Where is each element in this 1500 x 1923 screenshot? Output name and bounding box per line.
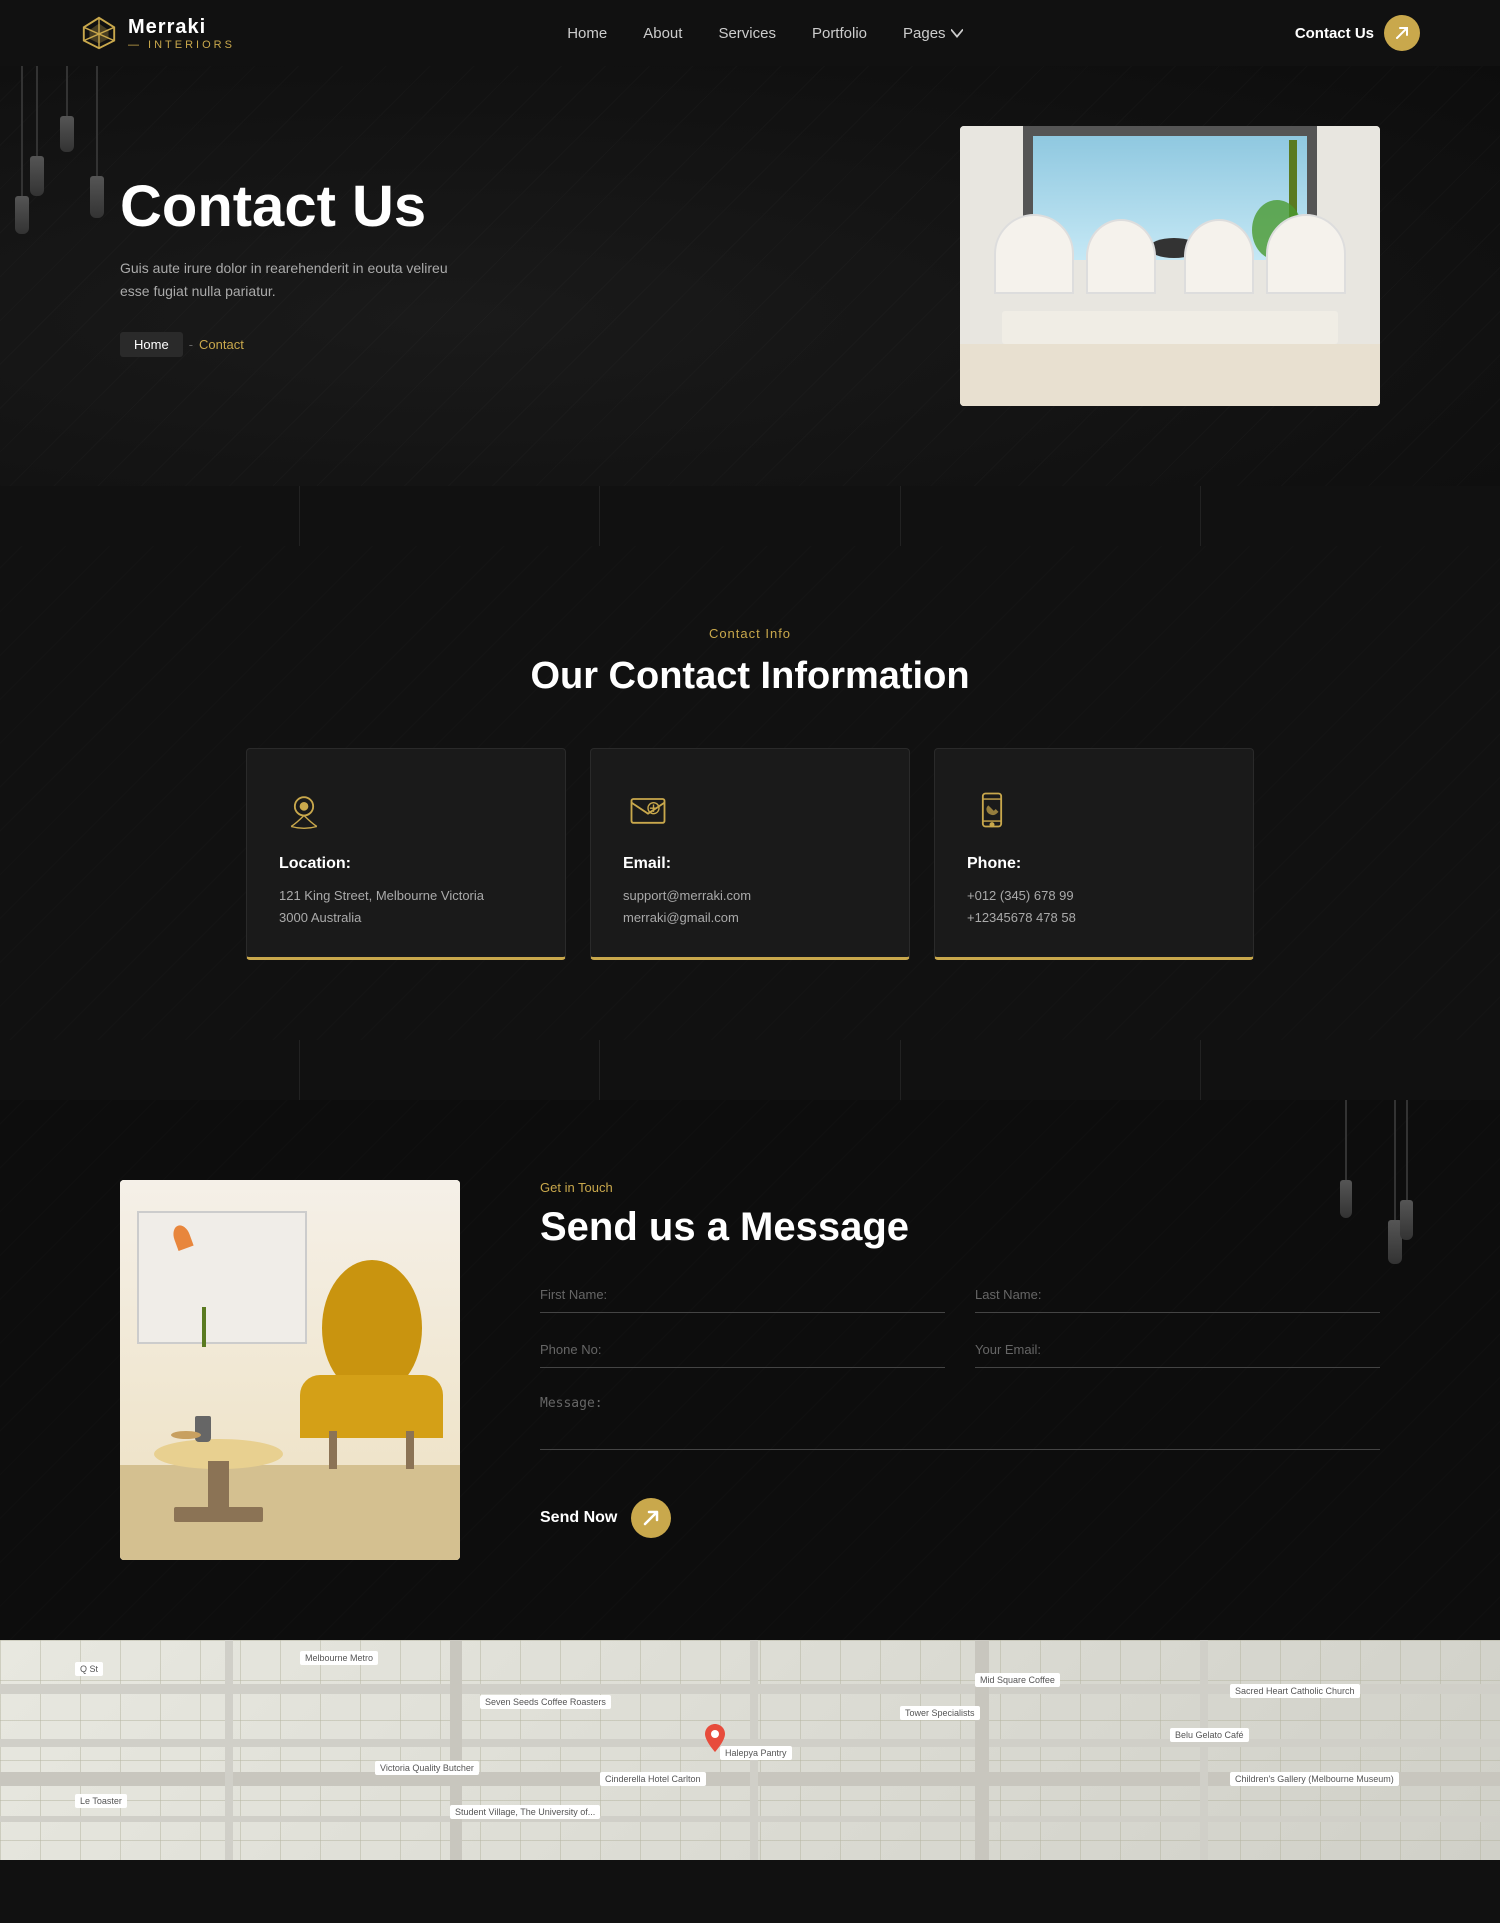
last-name-field [975, 1286, 1380, 1313]
nav-pages-label: Pages [903, 25, 946, 42]
breadcrumb-separator: - [189, 337, 193, 352]
map-label-10: Le Toaster [75, 1794, 127, 1808]
map-label-1: Q St [75, 1662, 103, 1676]
hero-content: Contact Us Guis aute irure dolor in rear… [120, 175, 600, 357]
map-label-5: Tower Specialists [900, 1706, 980, 1720]
map-label-13: Melbourne Metro [300, 1651, 378, 1665]
nav-services[interactable]: Services [718, 25, 776, 42]
map-label-2: Seven Seeds Coffee Roasters [480, 1695, 611, 1709]
chevron-down-icon [951, 27, 963, 39]
hero-title: Contact Us [120, 175, 600, 239]
form-section-label: Get in Touch [540, 1180, 1380, 1195]
breadcrumb-home[interactable]: Home [120, 332, 183, 357]
map-pin [705, 1724, 725, 1757]
form-title: Send us a Message [540, 1205, 1380, 1250]
contact-button-label: Contact Us [1295, 25, 1374, 42]
section-dividers [0, 486, 1500, 546]
contact-arrow-icon [1384, 15, 1420, 51]
nav-portfolio[interactable]: Portfolio [812, 25, 867, 42]
map-label-6: Mid Square Coffee [975, 1673, 1060, 1687]
arrow-up-right-icon [642, 1509, 660, 1527]
brand-name: Merraki [128, 16, 235, 39]
send-button-label: Send Now [540, 1509, 617, 1527]
nav-home[interactable]: Home [567, 25, 607, 42]
contact-info-section: Contact Info Our Contact Information Loc… [0, 546, 1500, 1040]
section-dividers-2 [0, 1040, 1500, 1100]
send-arrow-icon [631, 1498, 671, 1538]
location-icon [279, 785, 329, 835]
map-label-8: Belu Gelato Café [1170, 1728, 1249, 1742]
navbar: Merraki — Interiors Home About Services … [0, 0, 1500, 66]
location-card-text: 121 King Street, Melbourne Victoria3000 … [279, 885, 533, 929]
interior-scene [120, 1180, 460, 1560]
email-field [975, 1341, 1380, 1368]
last-name-input[interactable] [975, 1287, 1380, 1302]
phone-device-icon [970, 788, 1014, 832]
breadcrumb: Home - Contact [120, 332, 600, 357]
hero-description: Guis aute irure dolor in rearehenderit i… [120, 257, 480, 305]
map-pin-icon [282, 788, 326, 832]
email-icon [623, 785, 673, 835]
info-cards: Location: 121 King Street, Melbourne Vic… [120, 748, 1380, 960]
email-card-text: support@merraki.commerraki@gmail.com [623, 885, 877, 929]
logo-icon [80, 14, 118, 52]
phone-card: Phone: +012 (345) 678 99+12345678 478 58 [934, 748, 1254, 960]
contact-info-title: Our Contact Information [120, 655, 1380, 698]
brand-sub: — Interiors [128, 39, 235, 51]
contact-info-label: Contact Info [120, 626, 1380, 641]
form-fields-grid [540, 1286, 1380, 1478]
email-card: Email: support@merraki.commerraki@gmail.… [590, 748, 910, 960]
map-section: Q St Seven Seeds Coffee Roasters Halepya… [0, 1640, 1500, 1860]
map-label-3: Halepya Pantry [720, 1746, 792, 1760]
first-name-field [540, 1286, 945, 1313]
message-field [540, 1396, 1380, 1450]
map-label-7: Sacred Heart Catholic Church [1230, 1684, 1360, 1698]
nav-links: Home About Services Portfolio Pages [567, 25, 962, 42]
phone-card-title: Phone: [967, 855, 1221, 873]
send-now-button[interactable]: Send Now [540, 1498, 671, 1538]
nav-pages-dropdown[interactable]: Pages [903, 25, 963, 42]
contact-form: Get in Touch Send us a Message Send Now [540, 1180, 1380, 1538]
email-input[interactable] [975, 1342, 1380, 1357]
form-section: Get in Touch Send us a Message Send Now [0, 1100, 1500, 1640]
breadcrumb-current: Contact [199, 337, 244, 352]
first-name-input[interactable] [540, 1287, 945, 1302]
phone-card-text: +012 (345) 678 99+12345678 478 58 [967, 885, 1221, 929]
phone-icon [967, 785, 1017, 835]
arrow-icon [1394, 25, 1410, 41]
dining-scene [960, 126, 1380, 406]
contact-us-button[interactable]: Contact Us [1295, 15, 1420, 51]
hero-section: Contact Us Guis aute irure dolor in rear… [0, 66, 1500, 486]
map-label-4: Victoria Quality Butcher [375, 1761, 479, 1775]
email-card-title: Email: [623, 855, 877, 873]
map-label-9: Children's Gallery (Melbourne Museum) [1230, 1772, 1399, 1786]
form-image [120, 1180, 460, 1560]
logo[interactable]: Merraki — Interiors [80, 14, 235, 52]
message-textarea[interactable] [540, 1396, 1380, 1436]
phone-input[interactable] [540, 1342, 945, 1357]
map-label-12: Cinderella Hotel Carlton [600, 1772, 706, 1786]
nav-about[interactable]: About [643, 25, 682, 42]
map-placeholder: Q St Seven Seeds Coffee Roasters Halepya… [0, 1640, 1500, 1860]
envelope-icon [626, 788, 670, 832]
map-label-11: Student Village, The University of... [450, 1805, 600, 1819]
phone-field [540, 1341, 945, 1368]
location-card: Location: 121 King Street, Melbourne Vic… [246, 748, 566, 960]
location-card-title: Location: [279, 855, 533, 873]
hero-image [960, 126, 1380, 406]
